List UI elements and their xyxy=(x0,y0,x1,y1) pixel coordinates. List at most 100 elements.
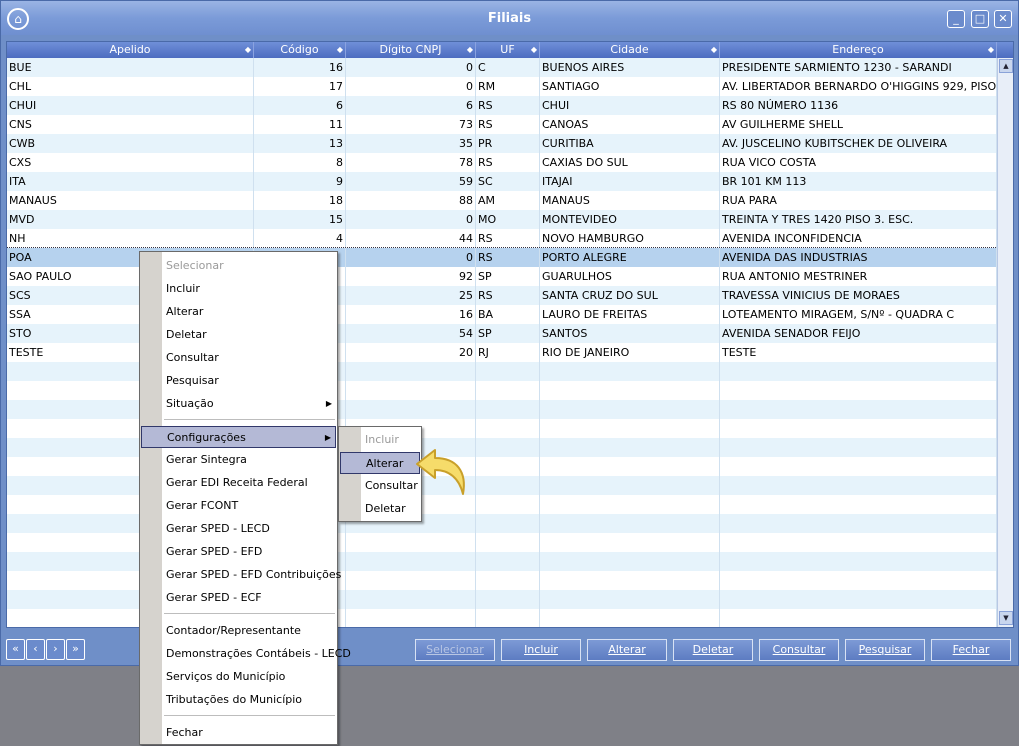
table-row[interactable]: CXS 8 78 RS CAXIAS DO SUL RUA VICO COSTA xyxy=(7,153,997,172)
menu-item-gerar-fcont[interactable]: Gerar FCONT xyxy=(141,495,336,517)
cell-digito-cnpj: 16 xyxy=(346,305,476,324)
cell-digito-cnpj: 35 xyxy=(346,134,476,153)
submenu-item-alterar[interactable]: Alterar xyxy=(340,452,420,474)
table-row[interactable]: MANAUS 18 88 AM MANAUS RUA PARA xyxy=(7,191,997,210)
last-record-button[interactable]: » xyxy=(66,639,85,660)
column-header-uf[interactable]: UF ◆ xyxy=(476,42,540,58)
cell-uf: PR xyxy=(476,134,540,153)
cell-codigo: 15 xyxy=(254,210,346,229)
menu-item-gerar-sped-efd[interactable]: Gerar SPED - EFD xyxy=(141,541,336,563)
cell-apelido: NH xyxy=(7,229,254,248)
deletar-button[interactable]: Deletar xyxy=(673,639,753,661)
table-row[interactable]: CHUI 6 6 RS CHUI RS 80 NÚMERO 1136 xyxy=(7,96,997,115)
menu-item-servi-os-do-munic-pio[interactable]: Serviços do Município xyxy=(141,666,336,688)
cell-cidade: SANTOS xyxy=(540,324,720,343)
window-title: Filiais xyxy=(487,11,532,26)
cell-apelido: CHUI xyxy=(7,96,254,115)
pesquisar-button[interactable]: Pesquisar xyxy=(845,639,925,661)
fechar-button[interactable]: Fechar xyxy=(931,639,1011,661)
cell-uf: RJ xyxy=(476,343,540,362)
cell-endereco xyxy=(720,438,997,457)
cell-apelido: CHL xyxy=(7,77,254,96)
menu-item-selecionar[interactable]: Selecionar xyxy=(141,255,336,277)
cell-digito-cnpj: 88 xyxy=(346,191,476,210)
column-label: Endereço xyxy=(832,43,884,56)
cell-uf: C xyxy=(476,58,540,77)
table-row[interactable]: CHL 17 0 RM SANTIAGO AV. LIBERTADOR BERNARDO … xyxy=(7,77,997,96)
cell-cidade xyxy=(540,590,720,609)
next-record-button[interactable]: › xyxy=(46,639,65,660)
previous-record-button[interactable]: ‹ xyxy=(26,639,45,660)
close-button[interactable]: ✕ xyxy=(994,10,1012,28)
column-header-cidade[interactable]: Cidade ◆ xyxy=(540,42,720,58)
cell-digito-cnpj: 0 xyxy=(346,210,476,229)
menu-item-tributa-es-do-munic-pio[interactable]: Tributações do Município xyxy=(141,689,336,711)
menu-item-alterar[interactable]: Alterar xyxy=(141,301,336,323)
cell-uf xyxy=(476,495,540,514)
submenu-item-incluir[interactable]: Incluir xyxy=(340,429,420,451)
first-record-button[interactable]: « xyxy=(6,639,25,660)
cell-endereco: RS 80 NÚMERO 1136 xyxy=(720,96,997,115)
menu-item-gerar-sped-lecd[interactable]: Gerar SPED - LECD xyxy=(141,518,336,540)
minimize-button[interactable]: _ xyxy=(947,10,965,28)
maximize-button[interactable]: □ xyxy=(971,10,989,28)
column-label: UF xyxy=(500,43,515,56)
cell-apelido: CNS xyxy=(7,115,254,134)
submenu-item-label: Incluir xyxy=(365,433,399,446)
table-row[interactable]: NH 4 44 RS NOVO HAMBURGO AVENIDA INCONFIDENCI… xyxy=(7,229,997,248)
menu-item-label: Situação xyxy=(166,397,214,410)
scroll-up-icon[interactable]: ▲ xyxy=(999,59,1013,73)
menu-item-gerar-sintegra[interactable]: Gerar Sintegra xyxy=(141,449,336,471)
menu-item-gerar-sped-ecf[interactable]: Gerar SPED - ECF xyxy=(141,587,336,609)
submenu-item-consultar[interactable]: Consultar xyxy=(340,475,420,497)
menu-item-label: Contador/Representante xyxy=(166,624,301,637)
menu-item-gerar-sped-efd-contribui-es[interactable]: Gerar SPED - EFD Contribuições xyxy=(141,564,341,586)
cell-codigo: 6 xyxy=(254,96,346,115)
submenu-item-deletar[interactable]: Deletar xyxy=(340,498,420,520)
menu-item-deletar[interactable]: Deletar xyxy=(141,324,336,346)
scroll-down-icon[interactable]: ▼ xyxy=(999,611,1013,625)
table-row[interactable]: BUE 16 0 C BUENOS AIRES PRESIDENTE SARMIENTO … xyxy=(7,58,997,77)
cell-apelido: ITA xyxy=(7,172,254,191)
cell-endereco: TESTE xyxy=(720,343,997,362)
menu-item-label: Gerar Sintegra xyxy=(166,453,247,466)
cell-endereco: BR 101 KM 113 xyxy=(720,172,997,191)
column-header-endereco[interactable]: Endereço ◆ xyxy=(720,42,997,58)
cell-codigo: 11 xyxy=(254,115,346,134)
column-header-digito-cnpj[interactable]: Dígito CNPJ ◆ xyxy=(346,42,476,58)
menu-item-contador-representante[interactable]: Contador/Representante xyxy=(141,620,336,642)
menu-item-demonstra-es-cont-beis-lecd[interactable]: Demonstrações Contábeis - LECD xyxy=(141,643,351,665)
sort-icon: ◆ xyxy=(987,45,994,54)
cell-cidade: SANTIAGO xyxy=(540,77,720,96)
selecionar-button[interactable]: Selecionar xyxy=(415,639,495,661)
alterar-button[interactable]: Alterar xyxy=(587,639,667,661)
menu-item-pesquisar[interactable]: Pesquisar xyxy=(141,370,336,392)
submenu-arrow-icon: ▶ xyxy=(325,399,332,408)
cell-cidade xyxy=(540,571,720,590)
cell-endereco xyxy=(720,381,997,400)
cell-uf xyxy=(476,438,540,457)
menu-item-configura-es[interactable]: Configurações ▶ xyxy=(141,426,336,448)
cell-endereco xyxy=(720,419,997,438)
menu-item-consultar[interactable]: Consultar xyxy=(141,347,336,369)
consultar-button[interactable]: Consultar xyxy=(759,639,839,661)
cell-cidade: MONTEVIDEO xyxy=(540,210,720,229)
menu-item-incluir[interactable]: Incluir xyxy=(141,278,336,300)
vertical-scrollbar[interactable]: ▲ ▼ xyxy=(997,58,1013,627)
cell-uf xyxy=(476,362,540,381)
menu-item-fechar[interactable]: Fechar xyxy=(141,722,336,744)
incluir-button[interactable]: Incluir xyxy=(501,639,581,661)
menu-item-situa-o[interactable]: Situação ▶ xyxy=(141,393,336,415)
column-header-codigo[interactable]: Código ◆ xyxy=(254,42,346,58)
submenu-arrow-icon: ▶ xyxy=(324,433,331,442)
column-header-apelido[interactable]: Apelido ◆ xyxy=(7,42,254,58)
cell-digito-cnpj: 78 xyxy=(346,153,476,172)
table-row[interactable]: CWB 13 35 PR CURITIBA AV. JUSCELINO KUBITSCHE… xyxy=(7,134,997,153)
table-row[interactable]: CNS 11 73 RS CANOAS AV GUILHERME SHELL xyxy=(7,115,997,134)
cell-digito-cnpj xyxy=(346,552,476,571)
cell-uf: RM xyxy=(476,77,540,96)
table-row[interactable]: MVD 15 0 MO MONTEVIDEO TREINTA Y TRES 1420 PI… xyxy=(7,210,997,229)
table-row[interactable]: ITA 9 59 SC ITAJAI BR 101 KM 113 xyxy=(7,172,997,191)
cell-endereco xyxy=(720,476,997,495)
menu-item-gerar-edi-receita-federal[interactable]: Gerar EDI Receita Federal xyxy=(141,472,336,494)
